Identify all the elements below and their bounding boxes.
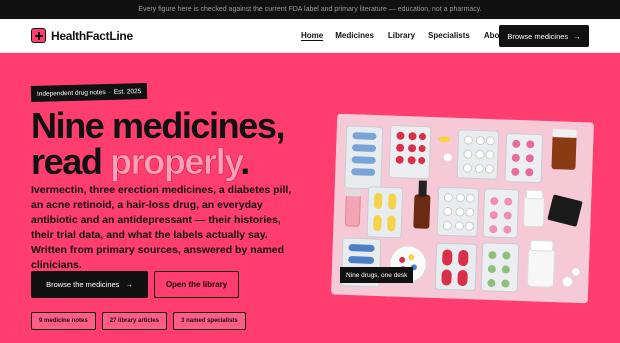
arrow-right-icon: →	[125, 280, 133, 289]
nav-link-medicines[interactable]: Medicines	[335, 31, 374, 40]
announcement-text: Every figure here is checked against the…	[138, 6, 482, 13]
plus-icon	[31, 28, 46, 43]
announcement-bar: Every figure here is checked against the…	[0, 0, 620, 19]
nav-link-home[interactable]: Home	[301, 31, 323, 40]
hero-headline: Nine medicines, read properly.	[31, 105, 286, 182]
hero-stats: 9 medicine notes 27 library articles 3 n…	[31, 312, 246, 330]
main-nav: Home Medicines Library Specialists About	[301, 31, 507, 40]
stat-badge-library-articles: 27 library articles	[101, 312, 168, 330]
open-library-button[interactable]: Open the library	[154, 271, 239, 298]
headline-line-1: Nine medicines,	[31, 105, 286, 146]
browse-medicines-label: Browse medicines	[507, 31, 569, 41]
hero-description: Ivermectin, three erection medicines, a …	[31, 184, 292, 271]
headline-line-2-start: read	[31, 141, 111, 182]
browse-the-medicines-button[interactable]: Browse the medicines →	[31, 271, 148, 298]
stat-badge-medicine-notes: 9 medicine notes	[31, 312, 96, 330]
stat-badge-specialists: 3 named specialists	[173, 312, 246, 330]
eyebrow-label: Independent drug notes	[36, 88, 106, 98]
site-header: HealthFactLine Home Medicines Library Sp…	[0, 19, 620, 53]
nav-link-specialists[interactable]: Specialists	[428, 31, 470, 40]
browse-the-medicines-label: Browse the medicines	[46, 280, 120, 289]
arrow-right-icon: →	[573, 31, 581, 41]
hero-eyebrow-tag: Independent drug notes · Est. 2025	[30, 82, 148, 102]
eyebrow-year: Est. 2025	[113, 87, 142, 96]
brand-logo[interactable]: HealthFactLine	[31, 28, 133, 43]
brand-name: HealthFactLine	[51, 28, 133, 43]
headline-period: .	[240, 141, 250, 182]
nav-link-library[interactable]: Library	[388, 31, 415, 40]
headline-accent-word: properly	[110, 141, 242, 182]
photo-caption: Nine drugs, one desk	[340, 267, 414, 283]
eyebrow-separator: ·	[108, 88, 111, 96]
browse-medicines-button[interactable]: Browse medicines →	[499, 25, 589, 47]
